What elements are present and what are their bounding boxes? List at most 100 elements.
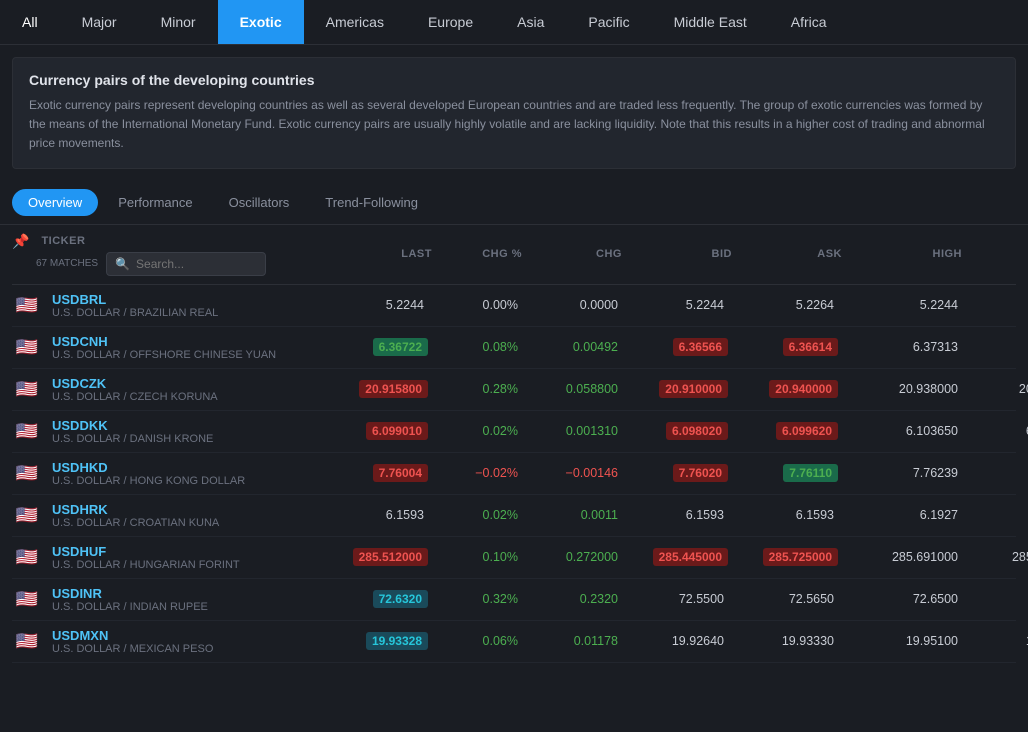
tab-asia[interactable]: Asia [495,0,566,44]
tab-americas[interactable]: Americas [304,0,406,44]
cell-high: 20.938000 [842,382,962,396]
flag-icon: 🇺🇸 [12,504,42,526]
flag-icon: 🇺🇸 [12,546,42,568]
tab-pacific[interactable]: Pacific [566,0,651,44]
table-row[interactable]: 🇺🇸 USDMXN U.S. DOLLAR / MEXICAN PESO 19.… [12,621,1016,663]
flag-icon: 🇺🇸 [12,420,42,442]
ticker-symbol[interactable]: USDCNH [52,334,276,349]
ticker-symbol[interactable]: USDCZK [52,376,218,391]
cell-high: 6.1927 [842,508,962,522]
ticker-description: U.S. DOLLAR / CROATIAN KUNA [52,517,219,529]
ticker-text: USDBRL U.S. DOLLAR / BRAZILIAN REAL [52,292,218,319]
flag-icon: 🇺🇸 [12,462,42,484]
cell-low: 19.83620 [962,634,1028,648]
data-cols: 19.93328 0.06% 0.01178 19.92640 19.93330… [312,632,1028,650]
cell-low: 6.093600 [962,424,1028,438]
tab-all[interactable]: All [0,0,60,44]
table-row[interactable]: 🇺🇸 USDDKK U.S. DOLLAR / DANISH KRONE 6.0… [12,411,1016,453]
ticker-description: U.S. DOLLAR / MEXICAN PESO [52,643,213,655]
table-row[interactable]: 🇺🇸 USDCZK U.S. DOLLAR / CZECH KORUNA 20.… [12,369,1016,411]
ticker-info: 🇺🇸 USDCNH U.S. DOLLAR / OFFSHORE CHINESE… [12,334,312,361]
ticker-text: USDCNH U.S. DOLLAR / OFFSHORE CHINESE YU… [52,334,276,361]
ticker-text: USDDKK U.S. DOLLAR / DANISH KRONE [52,418,213,445]
flag-icon: 🇺🇸 [12,336,42,358]
ticker-text: USDHRK U.S. DOLLAR / CROATIAN KUNA [52,502,219,529]
search-input[interactable] [136,257,257,271]
cell-last: 20.915800 [312,380,432,398]
cell-ask: 20.940000 [732,380,842,398]
ticker-symbol[interactable]: USDDKK [52,418,213,433]
pin-icon: 📌 [12,233,29,250]
data-cols: 6.36722 0.08% 0.00492 6.36566 6.36614 6.… [312,338,1028,356]
cell-low: 5.2244 [962,298,1028,312]
ticker-description: U.S. DOLLAR / BRAZILIAN REAL [52,307,218,319]
col-header-chgpct: CHG % [432,248,522,260]
tab-europe[interactable]: Europe [406,0,495,44]
table-row[interactable]: 🇺🇸 USDHRK U.S. DOLLAR / CROATIAN KUNA 6.… [12,495,1016,537]
table-row[interactable]: 🇺🇸 USDHKD U.S. DOLLAR / HONG KONG DOLLAR… [12,453,1016,495]
cell-ask: 5.2264 [732,298,842,312]
ticker-info: 🇺🇸 USDMXN U.S. DOLLAR / MEXICAN PESO [12,628,312,655]
sub-tab-bar: Overview Performance Oscillators Trend-F… [0,181,1028,225]
data-cols: 20.915800 0.28% 0.058800 20.910000 20.94… [312,380,1028,398]
cell-bid: 6.098020 [622,422,732,440]
col-header-chg: CHG [522,248,622,260]
table-header: 📌 TICKER 67 MATCHES 🔍 LAST CHG % CHG BID… [12,225,1016,285]
ticker-symbol[interactable]: USDBRL [52,292,218,307]
ticker-description: U.S. DOLLAR / INDIAN RUPEE [52,601,208,613]
data-cols: 285.512000 0.10% 0.272000 285.445000 285… [312,548,1028,566]
ticker-symbol[interactable]: USDMXN [52,628,213,643]
table-row[interactable]: 🇺🇸 USDCNH U.S. DOLLAR / OFFSHORE CHINESE… [12,327,1016,369]
search-box[interactable]: 🔍 [106,252,266,276]
tab-exotic[interactable]: Exotic [218,0,304,44]
subtab-performance[interactable]: Performance [102,189,208,216]
cell-chg: 0.0011 [522,508,622,522]
cell-low: 72.3525 [962,592,1028,606]
ticker-description: U.S. DOLLAR / OFFSHORE CHINESE YUAN [52,349,276,361]
cell-chg: 0.001310 [522,424,622,438]
cell-last: 6.36722 [312,338,432,356]
ticker-text: USDHUF U.S. DOLLAR / HUNGARIAN FORINT [52,544,240,571]
cell-last: 6.1593 [312,508,432,522]
flag-icon: 🇺🇸 [12,630,42,652]
ticker-info: 🇺🇸 USDCZK U.S. DOLLAR / CZECH KORUNA [12,376,312,403]
tab-middleeast[interactable]: Middle East [652,0,769,44]
table-body: 🇺🇸 USDBRL U.S. DOLLAR / BRAZILIAN REAL 5… [12,285,1016,663]
ticker-symbol[interactable]: USDHKD [52,460,245,475]
table-row[interactable]: 🇺🇸 USDHUF U.S. DOLLAR / HUNGARIAN FORINT… [12,537,1016,579]
table-row[interactable]: 🇺🇸 USDBRL U.S. DOLLAR / BRAZILIAN REAL 5… [12,285,1016,327]
ticker-description: U.S. DOLLAR / DANISH KRONE [52,433,213,445]
cell-last: 19.93328 [312,632,432,650]
data-cols: 6.099010 0.02% 0.001310 6.098020 6.09962… [312,422,1028,440]
cell-high: 285.691000 [842,550,962,564]
tab-minor[interactable]: Minor [139,0,218,44]
cell-high: 5.2244 [842,298,962,312]
cell-ask: 6.36614 [732,338,842,356]
cell-chg: 0.272000 [522,550,622,564]
ticker-symbol[interactable]: USDHRK [52,502,219,517]
ticker-symbol[interactable]: USDHUF [52,544,240,559]
cell-ask: 7.76110 [732,464,842,482]
ticker-text: USDHKD U.S. DOLLAR / HONG KONG DOLLAR [52,460,245,487]
cell-chg: 0.0000 [522,298,622,312]
ticker-description: U.S. DOLLAR / HUNGARIAN FORINT [52,559,240,571]
cell-low: 20.877000 [962,382,1028,396]
ticker-text: USDMXN U.S. DOLLAR / MEXICAN PESO [52,628,213,655]
cell-high: 6.37313 [842,340,962,354]
tab-africa[interactable]: Africa [769,0,849,44]
table-row[interactable]: 🇺🇸 USDINR U.S. DOLLAR / INDIAN RUPEE 72.… [12,579,1016,621]
subtab-overview[interactable]: Overview [12,189,98,216]
ticker-text: USDCZK U.S. DOLLAR / CZECH KORUNA [52,376,218,403]
col-header-bid: BID [622,248,732,260]
subtab-trendfollowing[interactable]: Trend-Following [309,189,434,216]
cell-chgpct: 0.32% [432,592,522,606]
flag-icon: 🇺🇸 [12,588,42,610]
subtab-oscillators[interactable]: Oscillators [213,189,306,216]
ticker-symbol[interactable]: USDINR [52,586,208,601]
cell-ask: 6.1593 [732,508,842,522]
info-box: Currency pairs of the developing countri… [12,57,1016,169]
cell-high: 7.76239 [842,466,962,480]
ticker-info: 🇺🇸 USDDKK U.S. DOLLAR / DANISH KRONE [12,418,312,445]
ticker-description: U.S. DOLLAR / HONG KONG DOLLAR [52,475,245,487]
tab-major[interactable]: Major [60,0,139,44]
